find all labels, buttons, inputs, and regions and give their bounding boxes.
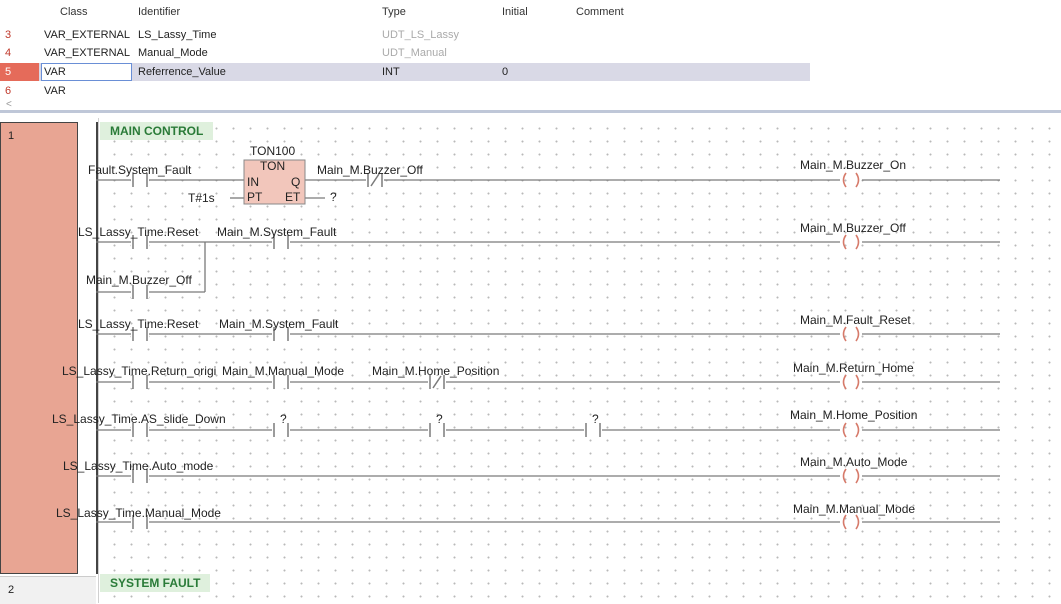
coil-label[interactable]: Main_M.Home_Position xyxy=(790,408,917,422)
scroll-left-icon[interactable]: < xyxy=(6,99,12,110)
header-class[interactable]: Class xyxy=(60,6,88,18)
contact-label[interactable]: Main_M.Buzzer_Off xyxy=(86,273,192,287)
var-type: UDT_LS_Lassy xyxy=(382,29,460,41)
ladder-editor[interactable]: 1 2 MAIN CONTROL SYSTEM FAULT TON100 TON… xyxy=(0,118,1061,604)
var-class: VAR xyxy=(44,85,66,97)
coil-label[interactable]: Main_M.Manual_Mode xyxy=(793,502,915,516)
contact-label[interactable]: LS_Lassy_Time.Reset xyxy=(78,317,198,331)
contact-label[interactable]: Main_M.System_Fault xyxy=(219,317,338,331)
var-identifier: Referrence_Value xyxy=(138,66,226,78)
row-number: 3 xyxy=(5,29,12,41)
var-identifier: Manual_Mode xyxy=(138,47,208,59)
var-row-selected[interactable]: 5 VAR Referrence_Value INT 0 xyxy=(0,63,810,81)
contact-label[interactable]: Fault.System_Fault xyxy=(88,163,191,177)
timer-in-pin: IN xyxy=(247,175,259,189)
coil-label[interactable]: Main_M.Buzzer_Off xyxy=(800,221,906,235)
var-class: VAR_EXTERNAL xyxy=(44,47,130,59)
row-number: 5 xyxy=(5,66,12,78)
timer-preset[interactable]: T#1s xyxy=(188,191,215,205)
coil-label[interactable]: Main_M.Fault_Reset xyxy=(800,313,911,327)
coil-label[interactable]: Main_M.Buzzer_On xyxy=(800,158,906,172)
timer-pt-pin: PT xyxy=(247,190,263,204)
var-row[interactable]: 3 VAR_EXTERNAL LS_Lassy_Time UDT_LS_Lass… xyxy=(0,26,810,44)
header-initial[interactable]: Initial xyxy=(502,6,528,18)
var-initial: 0 xyxy=(502,66,509,78)
timer-et-pin: ET xyxy=(285,190,301,204)
contact-label[interactable]: LS_Lassy_Time.Return_origi xyxy=(62,364,216,378)
coil-label[interactable]: Main_M.Return_Home xyxy=(793,361,914,375)
timer-et-var[interactable]: ? xyxy=(330,190,337,204)
variable-table: Class Identifier Type Initial Comment 3 … xyxy=(0,0,1061,118)
header-comment[interactable]: Comment xyxy=(576,6,624,18)
var-class[interactable]: VAR xyxy=(44,66,66,78)
table-splitter[interactable] xyxy=(0,110,1061,113)
var-class: VAR_EXTERNAL xyxy=(44,29,130,41)
contact-label[interactable]: Main_M.System_Fault xyxy=(217,225,336,239)
contact-label[interactable]: LS_Lassy_Time.Manual_Mode xyxy=(56,506,221,520)
coil-label[interactable]: Main_M.Auto_Mode xyxy=(800,455,907,469)
timer-q-pin: Q xyxy=(291,175,301,189)
contact-label[interactable]: ? xyxy=(592,412,599,426)
contact-label[interactable]: Main_M.Manual_Mode xyxy=(222,364,344,378)
row-number: 6 xyxy=(5,85,12,97)
contact-label[interactable]: Main_M.Home_Position xyxy=(372,364,499,378)
var-row[interactable]: 4 VAR_EXTERNAL Manual_Mode UDT_Manual xyxy=(0,44,810,62)
var-type: INT xyxy=(382,66,400,78)
contact-label[interactable]: ? xyxy=(280,412,287,426)
var-type: UDT_Manual xyxy=(382,47,447,59)
row-number: 4 xyxy=(5,47,12,59)
header-type[interactable]: Type xyxy=(382,6,406,18)
contact-label[interactable]: LS_Lassy_Time.Reset xyxy=(78,225,198,239)
contact-label[interactable]: LS_Lassy_Time.Auto_mode xyxy=(63,459,213,473)
contact-label[interactable]: ? xyxy=(436,412,443,426)
var-row[interactable]: 6 VAR xyxy=(0,82,810,100)
contact-label[interactable]: Main_M.Buzzer_Off xyxy=(317,163,423,177)
var-identifier: LS_Lassy_Time xyxy=(138,29,217,41)
contact-label[interactable]: LS_Lassy_Time.AS_slide_Down xyxy=(52,412,226,426)
timer-type[interactable]: TON xyxy=(260,159,285,173)
header-identifier[interactable]: Identifier xyxy=(138,6,180,18)
timer-instance-name: TON100 xyxy=(250,144,296,158)
